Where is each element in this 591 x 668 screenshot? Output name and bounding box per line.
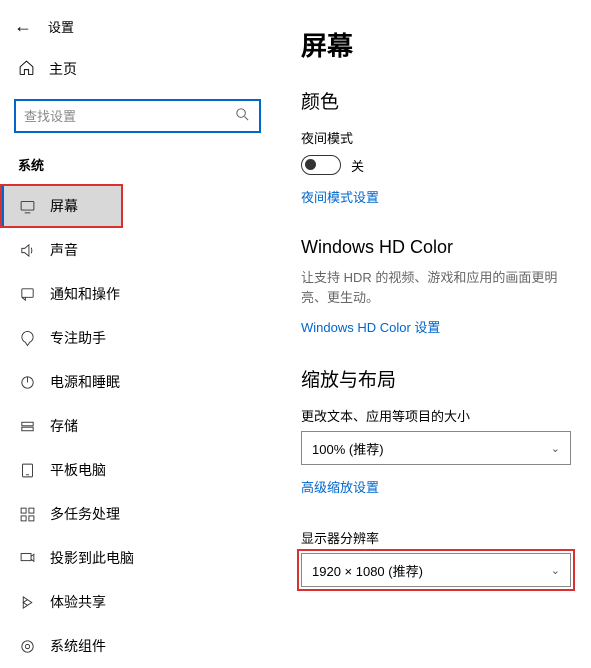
project-icon bbox=[18, 550, 36, 567]
sound-icon bbox=[18, 242, 36, 259]
hd-heading: Windows HD Color bbox=[301, 237, 581, 258]
toggle-off-label: 关 bbox=[351, 156, 364, 175]
sidebar-item-label: 多任务处理 bbox=[50, 504, 120, 524]
color-heading: 颜色 bbox=[301, 87, 581, 114]
sidebar-item-label: 系统组件 bbox=[50, 636, 106, 656]
shared-icon bbox=[18, 594, 36, 611]
sidebar-item-notifications[interactable]: 通知和操作 bbox=[0, 272, 275, 316]
sidebar-item-multitask[interactable]: 多任务处理 bbox=[0, 492, 275, 536]
resolution-select[interactable]: 1920 × 1080 (推荐) ⌄ bbox=[301, 553, 571, 587]
hd-settings-link[interactable]: Windows HD Color 设置 bbox=[301, 317, 440, 336]
sidebar-item-sound[interactable]: 声音 bbox=[0, 228, 275, 272]
sidebar-item-label: 屏幕 bbox=[50, 196, 78, 216]
back-icon[interactable]: ← bbox=[14, 16, 32, 37]
chevron-down-icon: ⌄ bbox=[551, 564, 560, 577]
sidebar-item-label: 存储 bbox=[50, 416, 78, 436]
power-icon bbox=[18, 374, 36, 391]
tablet-icon bbox=[18, 462, 36, 479]
settings-title: 设置 bbox=[48, 17, 74, 36]
home-icon bbox=[18, 59, 35, 79]
search-input[interactable] bbox=[24, 109, 234, 124]
resolution-label: 显示器分辨率 bbox=[301, 528, 581, 547]
sidebar-item-label: 声音 bbox=[50, 240, 78, 260]
sidebar-item-project[interactable]: 投影到此电脑 bbox=[0, 536, 275, 580]
night-mode-settings-link[interactable]: 夜间模式设置 bbox=[301, 187, 379, 206]
sidebar-item-components[interactable]: 系统组件 bbox=[0, 624, 275, 668]
multitask-icon bbox=[18, 506, 36, 523]
night-mode-toggle[interactable] bbox=[301, 155, 341, 175]
night-mode-label: 夜间模式 bbox=[301, 128, 581, 147]
components-icon bbox=[18, 638, 36, 655]
textsize-label: 更改文本、应用等项目的大小 bbox=[301, 406, 581, 425]
sidebar-item-shared[interactable]: 体验共享 bbox=[0, 580, 275, 624]
search-icon bbox=[234, 106, 251, 126]
textsize-select[interactable]: 100% (推荐) ⌄ bbox=[301, 431, 571, 465]
scale-heading: 缩放与布局 bbox=[301, 365, 581, 392]
section-label: 系统 bbox=[0, 149, 275, 184]
storage-icon bbox=[18, 418, 36, 435]
sidebar-item-label: 通知和操作 bbox=[50, 284, 120, 304]
chevron-down-icon: ⌄ bbox=[551, 442, 560, 455]
resolution-value: 1920 × 1080 (推荐) bbox=[312, 561, 423, 580]
sidebar-item-power[interactable]: 电源和睡眠 bbox=[0, 360, 275, 404]
notifications-icon bbox=[18, 286, 36, 303]
sidebar-item-focus[interactable]: 专注助手 bbox=[0, 316, 275, 360]
display-icon bbox=[18, 198, 36, 215]
sidebar-item-label: 平板电脑 bbox=[50, 460, 106, 480]
sidebar-item-label: 投影到此电脑 bbox=[50, 548, 134, 568]
focus-icon bbox=[18, 330, 36, 347]
sidebar-item-display[interactable]: 屏幕 bbox=[0, 184, 123, 228]
textsize-value: 100% (推荐) bbox=[312, 439, 384, 458]
home-label: 主页 bbox=[49, 59, 77, 79]
sidebar-item-label: 电源和睡眠 bbox=[50, 372, 120, 392]
sidebar-item-tablet[interactable]: 平板电脑 bbox=[0, 448, 275, 492]
hd-desc: 让支持 HDR 的视频、游戏和应用的画面更明亮、更生动。 bbox=[301, 268, 581, 307]
advanced-scaling-link[interactable]: 高级缩放设置 bbox=[301, 477, 379, 496]
sidebar-item-label: 体验共享 bbox=[50, 592, 106, 612]
sidebar-item-label: 专注助手 bbox=[50, 328, 106, 348]
home-row[interactable]: 主页 bbox=[0, 49, 275, 89]
sidebar-item-storage[interactable]: 存储 bbox=[0, 404, 275, 448]
page-title: 屏幕 bbox=[301, 26, 581, 63]
search-box[interactable] bbox=[14, 99, 261, 133]
